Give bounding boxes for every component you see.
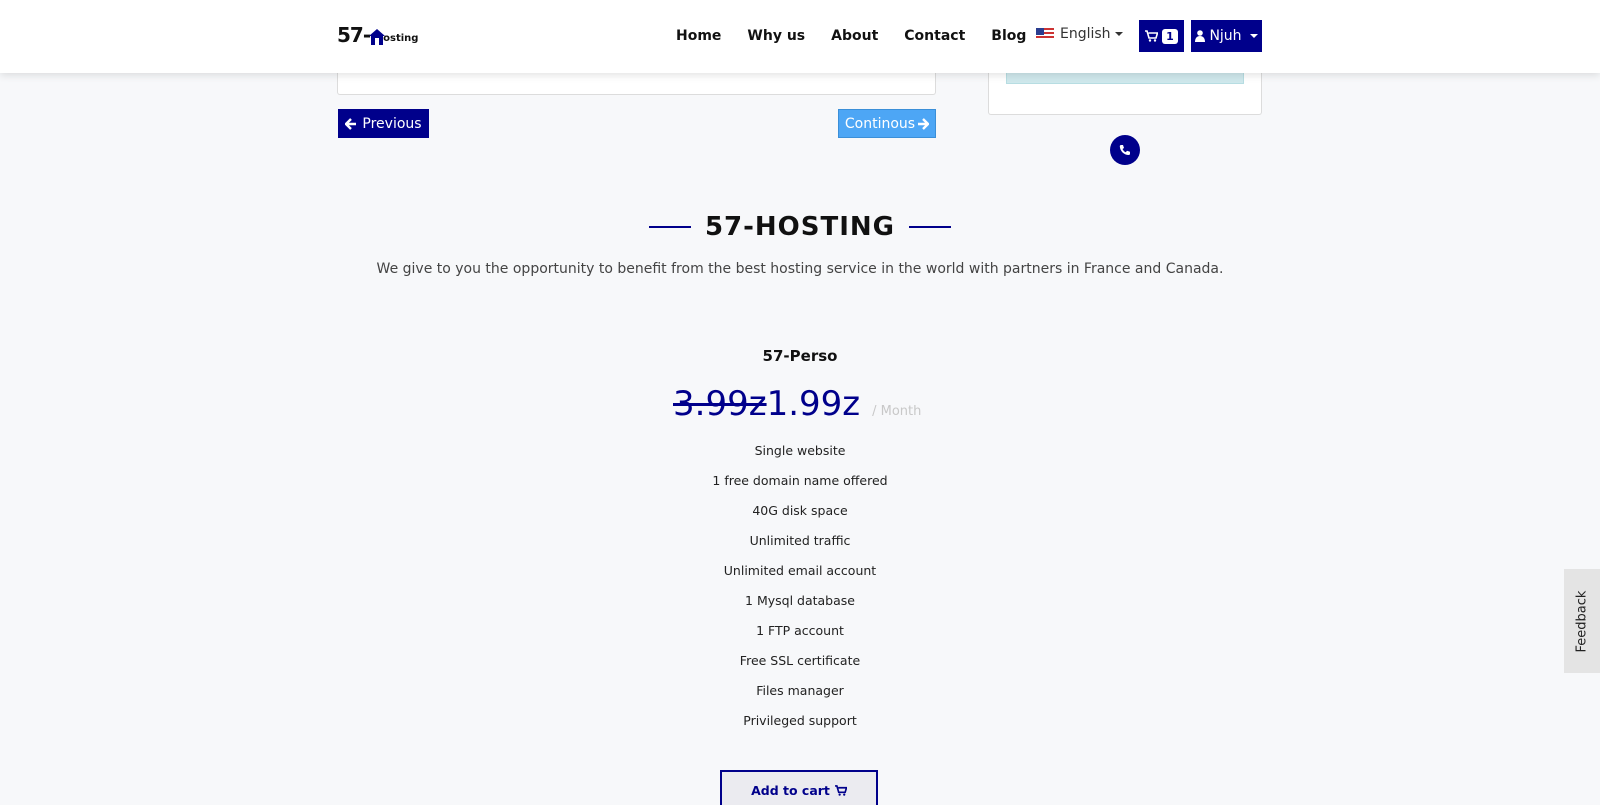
list-item: Free SSL certificate [739, 653, 861, 668]
title-divider-right [909, 226, 952, 228]
call-button[interactable] [1110, 135, 1140, 165]
list-item: 1 Mysql database [745, 593, 855, 608]
section-subtitle: We give to you the opportunity to benefi… [376, 261, 1224, 277]
old-price: 3.99z [673, 384, 767, 424]
list-item: Files manager [756, 683, 844, 698]
add-to-cart-button[interactable]: Add to cart [720, 770, 878, 805]
add-to-cart-label: Add to cart [751, 782, 830, 798]
section-title: 57-HOSTING [704, 212, 896, 242]
language-dropdown[interactable]: English [1036, 26, 1123, 42]
previous-button[interactable]: Previous [338, 109, 429, 138]
us-flag-icon [1036, 28, 1054, 40]
list-item: 40G disk space [752, 503, 848, 518]
list-item: Unlimited email account [723, 563, 877, 578]
cart-icon [1145, 30, 1159, 42]
list-item: 1 free domain name offered [712, 473, 888, 488]
plan-name: 57-Perso [762, 347, 838, 365]
user-name: Njuh [1209, 28, 1242, 44]
main-nav: Home Why us About Contact Blog [676, 26, 1052, 46]
caret-down-icon [1249, 34, 1258, 38]
continue-label: Continous [844, 115, 916, 132]
list-item: Unlimited traffic [749, 533, 851, 548]
nav-home[interactable]: Home [676, 26, 721, 46]
list-item: Privileged support [743, 713, 857, 728]
arrow-left-icon [345, 117, 357, 130]
logo-text: osting [383, 33, 419, 44]
title-divider-left [648, 226, 691, 228]
language-label: English [1060, 26, 1111, 42]
previous-label: Previous [362, 115, 422, 132]
feedback-label: Feedback [1574, 590, 1590, 652]
new-price: 1.99z [766, 384, 861, 424]
user-icon [1195, 30, 1206, 42]
nav-contact[interactable]: Contact [904, 26, 965, 46]
price-period: / Month [872, 404, 922, 419]
caret-down-icon [1114, 32, 1123, 36]
feedback-tab[interactable]: Feedback [1564, 569, 1600, 673]
site-logo[interactable]: 57- osting [337, 24, 418, 46]
user-menu-button[interactable]: Njuh [1191, 20, 1262, 52]
nav-blog[interactable]: Blog [991, 26, 1026, 46]
cart-button[interactable]: 1 [1139, 20, 1184, 52]
list-item: 1 FTP account [756, 623, 844, 638]
house-icon [369, 29, 386, 45]
cart-icon [834, 784, 847, 796]
arrow-right-icon [918, 117, 930, 130]
list-item: Single website [754, 443, 846, 458]
plan-price: 3.99z 1.99z / Month [673, 384, 921, 424]
top-navbar: 57- osting Home Why us About Contact Blo… [0, 0, 1600, 73]
logo-number: 57- [337, 23, 371, 47]
nav-about[interactable]: About [831, 26, 878, 46]
section-heading: 57-HOSTING [0, 212, 1600, 242]
nav-why-us[interactable]: Why us [747, 26, 805, 46]
continue-button[interactable]: Continous [838, 109, 936, 138]
phone-icon [1119, 145, 1130, 155]
cart-count-badge: 1 [1162, 28, 1178, 44]
plan-features-list: Single website 1 free domain name offere… [0, 443, 1600, 743]
